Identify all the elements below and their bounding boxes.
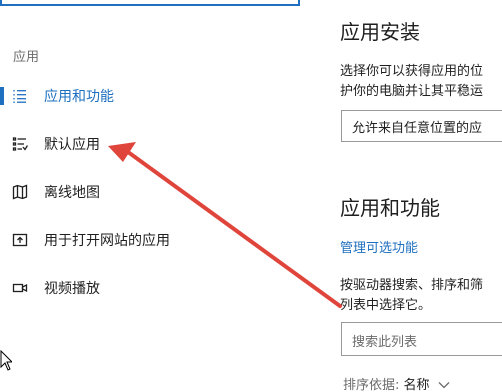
annotation-arrow-head — [108, 142, 136, 162]
mouse-cursor-icon — [0, 350, 12, 371]
annotation-arrow — [108, 142, 342, 308]
annotation-arrow-shaft — [126, 150, 342, 308]
